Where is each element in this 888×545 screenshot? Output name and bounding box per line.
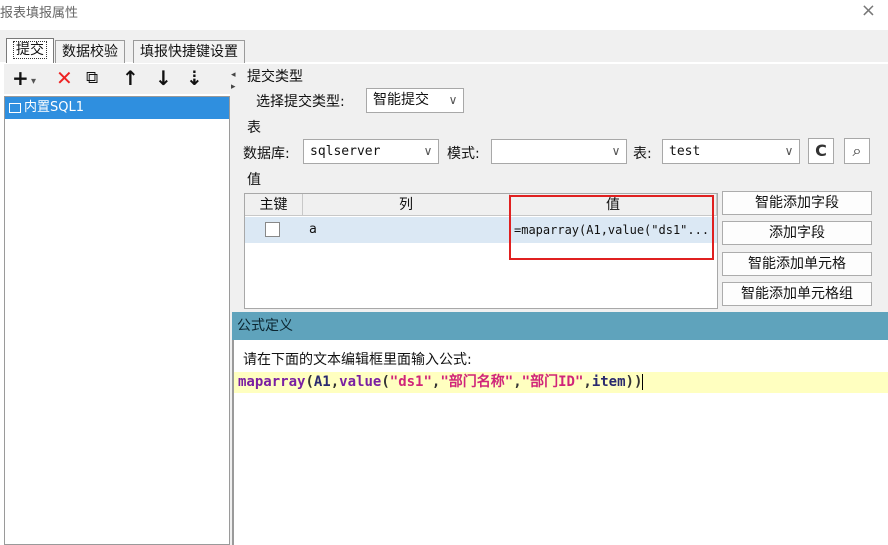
chevron-down-icon: ∨ bbox=[784, 144, 794, 158]
preview-button[interactable]: ⌕ bbox=[844, 138, 870, 164]
table-label: 表: bbox=[633, 146, 652, 162]
formula-fn-value: value bbox=[339, 374, 382, 390]
smart-add-cell-group-button[interactable]: 智能添加单元格组 bbox=[722, 282, 872, 306]
formula-string: "ds1" bbox=[389, 374, 432, 390]
primary-key-checkbox[interactable] bbox=[265, 222, 280, 237]
add-dropdown-icon[interactable]: ▾ bbox=[31, 72, 36, 92]
formula-dialog-body bbox=[232, 340, 888, 545]
schema-select[interactable]: ∨ bbox=[491, 139, 627, 164]
formula-editor[interactable]: maparray(A1,value("ds1","部门名称","部门ID",it… bbox=[238, 373, 644, 392]
formula-token: A1 bbox=[313, 374, 331, 390]
move-down-icon[interactable]: ↓ bbox=[155, 68, 172, 88]
value-section-title: 值 bbox=[247, 172, 261, 188]
submit-type-section-title: 提交类型 bbox=[247, 69, 303, 85]
formula-token: , bbox=[330, 374, 340, 390]
database-select[interactable]: sqlserver ∨ bbox=[303, 139, 439, 164]
collapse-arrow-icon[interactable]: ◂ bbox=[231, 70, 236, 80]
smart-add-field-button[interactable]: 智能添加字段 bbox=[722, 191, 872, 215]
chevron-down-icon: ∨ bbox=[448, 93, 458, 107]
chevron-down-icon: ∨ bbox=[423, 144, 433, 158]
delete-icon[interactable]: ✕ bbox=[56, 68, 73, 88]
formula-string: "部门名称" bbox=[440, 374, 514, 390]
header-primary-key[interactable]: 主键 bbox=[245, 194, 303, 216]
submit-type-label: 选择提交类型: bbox=[256, 94, 345, 110]
move-up-icon[interactable]: ↑ bbox=[122, 68, 139, 88]
add-icon[interactable]: + bbox=[12, 68, 29, 88]
tab-shortcut-settings[interactable]: 填报快捷键设置 bbox=[133, 40, 245, 63]
table-icon bbox=[9, 102, 21, 113]
text-caret bbox=[642, 374, 644, 390]
add-field-button[interactable]: 添加字段 bbox=[722, 221, 872, 245]
list-item-label: 内置SQL1 bbox=[24, 100, 84, 115]
header-column[interactable]: 列 bbox=[303, 194, 510, 216]
row-column-cell[interactable]: a bbox=[309, 217, 317, 243]
list-item-sql1[interactable]: 内置SQL1 bbox=[5, 97, 229, 119]
tab-data-validation[interactable]: 数据校验 bbox=[55, 40, 125, 63]
formula-token: item bbox=[591, 374, 626, 390]
move-bottom-icon[interactable]: ⇣ bbox=[186, 68, 203, 88]
refresh-button[interactable]: C bbox=[808, 138, 834, 164]
sql-list bbox=[4, 96, 230, 545]
database-label: 数据库: bbox=[243, 146, 290, 162]
tab-submit-label: 提交 bbox=[13, 41, 47, 59]
formula-token: ( bbox=[305, 374, 314, 390]
formula-hint: 请在下面的文本编辑框里面输入公式: bbox=[243, 352, 472, 368]
table-select[interactable]: test ∨ bbox=[662, 139, 800, 164]
table-section-title: 表 bbox=[247, 120, 261, 136]
submit-type-value: 智能提交 bbox=[373, 92, 429, 108]
submit-type-select[interactable]: 智能提交 ∨ bbox=[366, 88, 464, 113]
formula-token: ( bbox=[381, 374, 390, 390]
formula-token: )) bbox=[625, 374, 643, 390]
formula-dialog-title: 公式定义 bbox=[232, 312, 888, 340]
table-value: test bbox=[669, 144, 701, 159]
close-icon[interactable]: × bbox=[861, 2, 876, 20]
schema-label: 模式: bbox=[447, 146, 480, 162]
tab-submit[interactable]: 提交 bbox=[6, 38, 54, 63]
formula-string: "部门ID" bbox=[521, 374, 584, 390]
expand-arrow-icon[interactable]: ▸ bbox=[231, 82, 236, 92]
formula-token: , bbox=[513, 374, 522, 390]
formula-fn-maparray: maparray bbox=[238, 374, 306, 390]
highlight-box bbox=[509, 195, 714, 260]
smart-add-cell-button[interactable]: 智能添加单元格 bbox=[722, 252, 872, 276]
formula-token: , bbox=[583, 374, 592, 390]
copy-icon[interactable]: ⧉ bbox=[86, 68, 98, 88]
window-title: 报表填报属性 bbox=[0, 6, 79, 21]
database-value: sqlserver bbox=[310, 144, 381, 159]
chevron-down-icon: ∨ bbox=[611, 144, 621, 158]
